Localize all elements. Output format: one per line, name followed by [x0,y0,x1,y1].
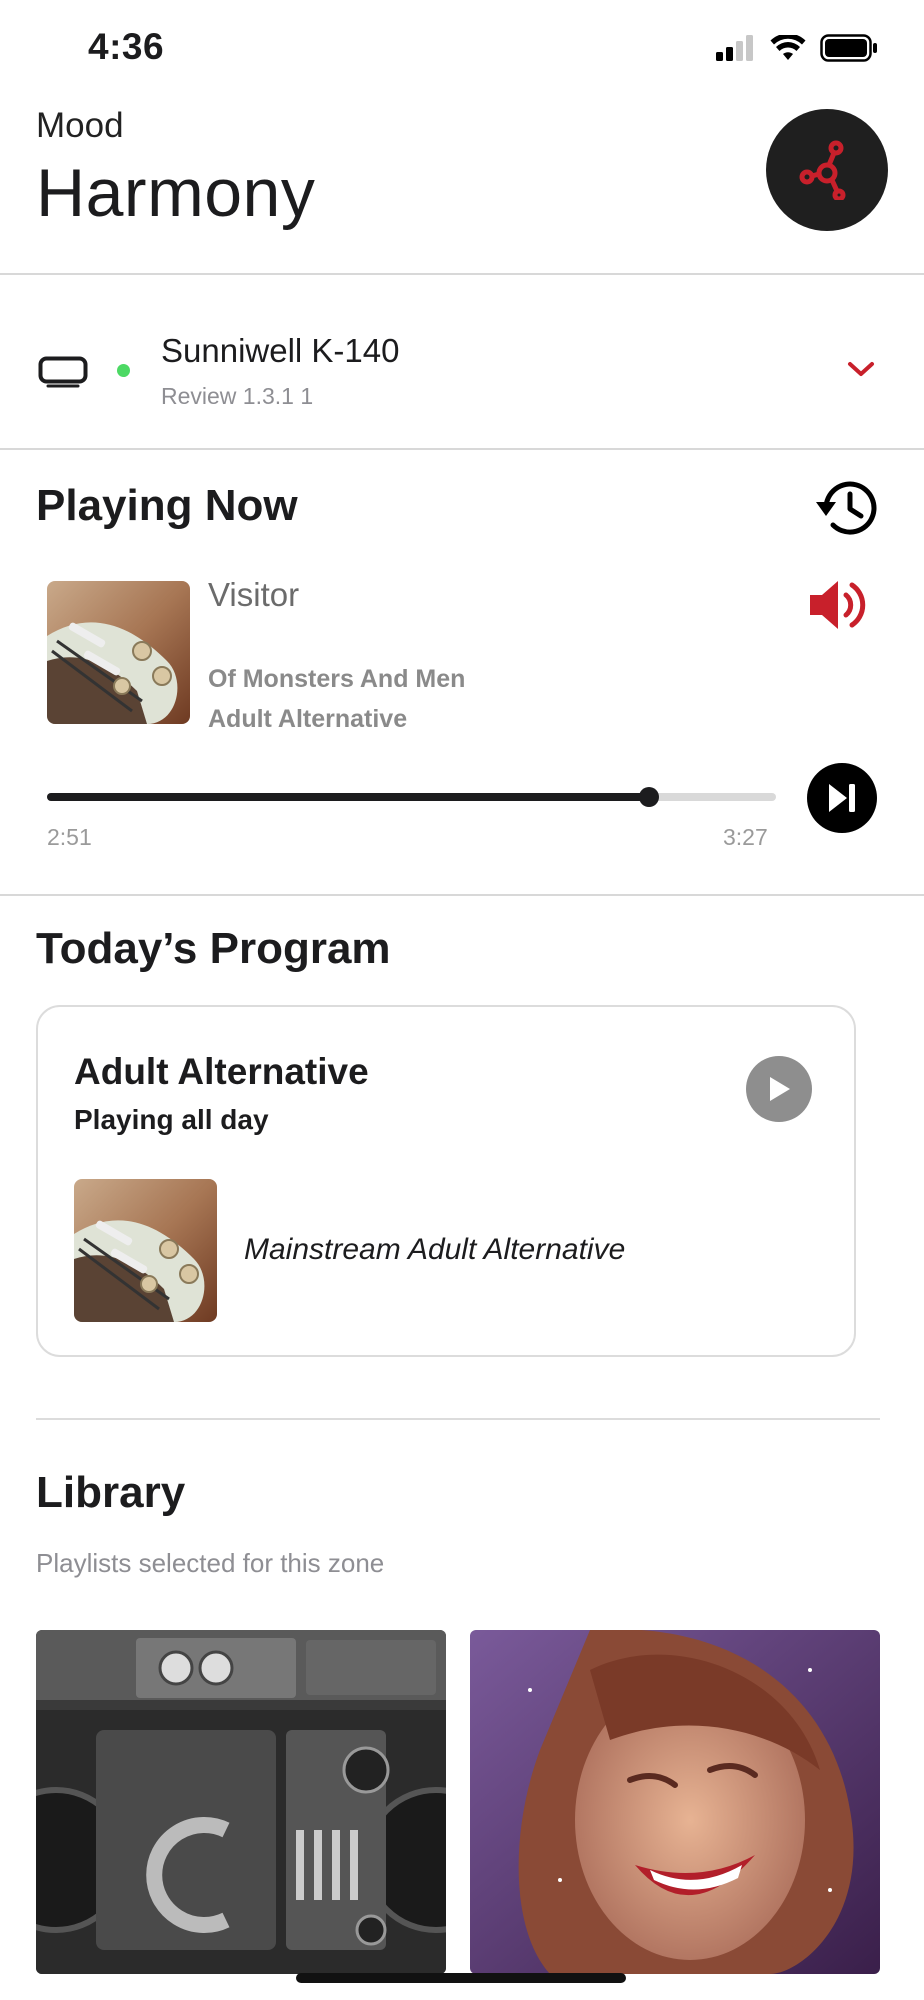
status-time: 4:36 [88,26,165,67]
track-title: Visitor [208,576,300,613]
library-tile-party[interactable] [470,1630,880,1974]
playlist-art [74,1179,217,1322]
guitar-artwork [74,1179,217,1322]
party-artwork [470,1630,880,1974]
home-indicator [296,1973,626,1983]
history-icon[interactable] [812,476,882,540]
time-elapsed: 2:51 [47,824,92,850]
playing-now-title: Playing Now [36,481,298,530]
status-bar: 4:36 [0,0,924,100]
play-icon [770,1077,790,1101]
library-title: Library [36,1468,186,1517]
time-total: 3:27 [723,824,768,850]
program-playlist-name: Mainstream Adult Alternative [244,1233,626,1266]
progress-knob[interactable] [639,787,659,807]
boombox-artwork [36,1630,446,1974]
battery-icon [820,34,877,62]
header-divider [0,273,924,275]
device-version: Review 1.3.1 1 [161,383,314,409]
signal-icon [716,35,753,61]
volume-icon[interactable] [806,573,870,637]
library-subtitle: Playlists selected for this zone [36,1548,385,1578]
status-icons [716,34,878,62]
tv-box-icon [38,356,88,388]
wifi-icon [770,35,806,60]
mood-label: Mood [36,106,124,145]
program-name: Adult Alternative [74,1051,369,1092]
progress-bar[interactable] [47,787,776,807]
todays-program-title: Today’s Program [36,924,391,973]
playing-divider [0,894,924,896]
library-tile-boombox[interactable] [36,1630,446,1974]
device-status-dot [117,364,130,377]
zone-network-button[interactable] [766,109,888,231]
program-schedule: Playing all day [74,1104,269,1135]
chevron-down-icon[interactable] [846,359,876,379]
track-genre: Adult Alternative [208,705,408,733]
program-divider [36,1418,880,1420]
device-divider [0,448,924,450]
track-artist: Of Monsters And Men [208,665,466,693]
page-title: Harmony [36,155,316,231]
network-node-icon [799,140,846,200]
skip-next-button[interactable] [807,763,877,833]
program-card[interactable]: Adult Alternative Playing all day Mainst… [36,1005,856,1357]
album-art [47,581,190,724]
device-name: Sunniwell K-140 [161,332,400,369]
guitar-artwork [47,581,190,724]
progress-fill [47,793,649,801]
skip-next-icon [829,784,855,812]
program-play-button[interactable] [746,1056,812,1122]
